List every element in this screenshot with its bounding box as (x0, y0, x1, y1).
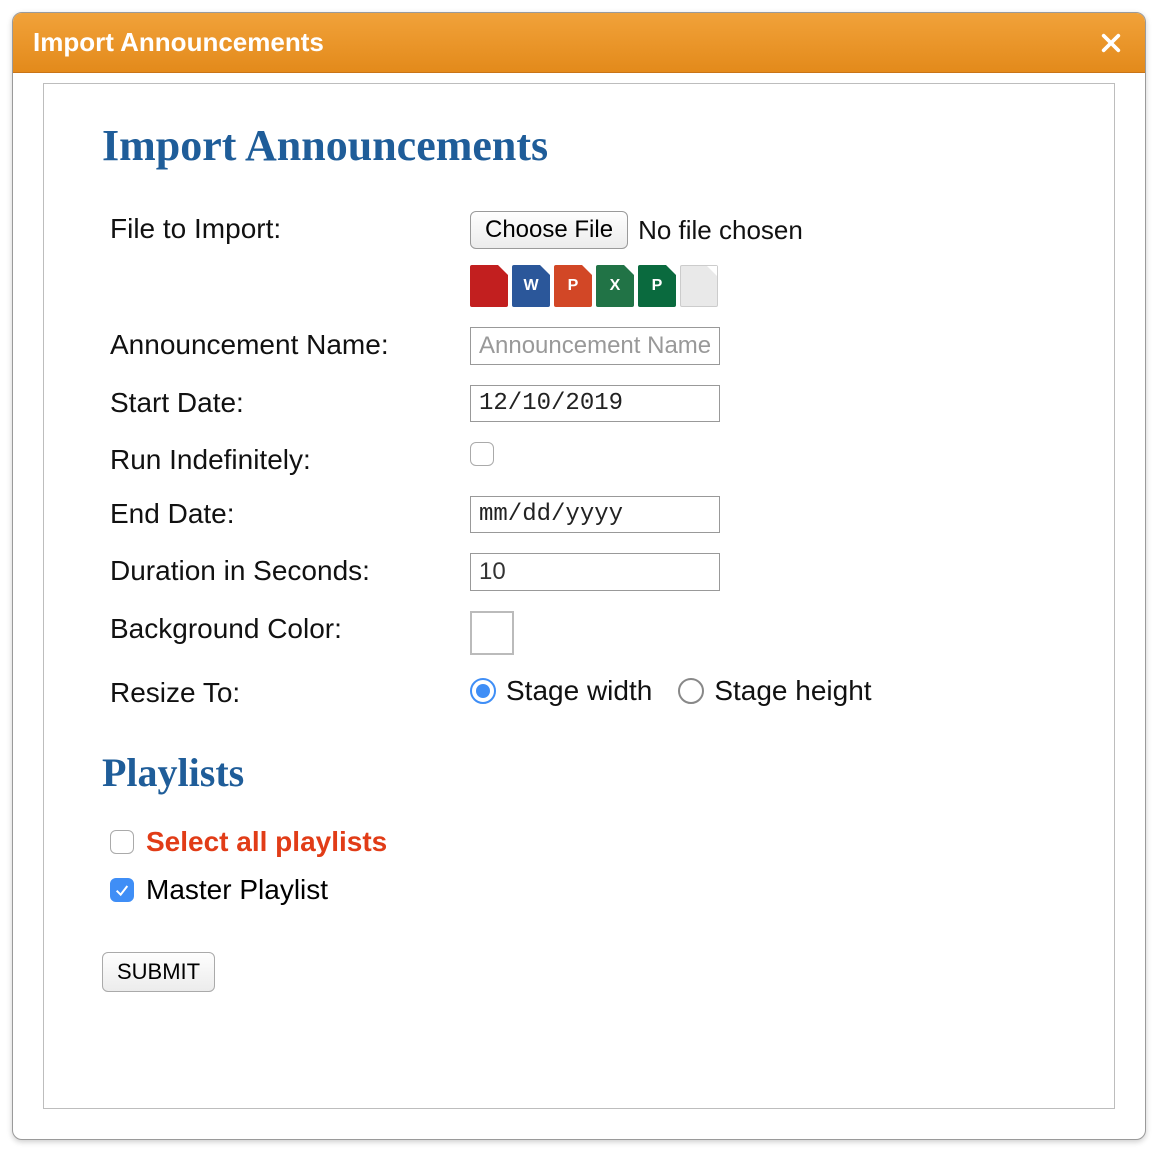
filetype-icons: W P X P (470, 265, 1056, 307)
resize-label: Resize To: (110, 675, 470, 709)
bgcolor-label: Background Color: (110, 611, 470, 645)
end-date-input[interactable] (470, 496, 720, 533)
duration-label: Duration in Seconds: (110, 553, 470, 587)
import-announcements-dialog: Import Announcements Import Announcement… (12, 12, 1146, 1140)
row-bgcolor: Background Color: (110, 611, 1056, 655)
playlist-row: Master Playlist (110, 874, 1056, 906)
playlist-label: Master Playlist (146, 874, 328, 906)
bgcolor-swatch[interactable] (470, 611, 514, 655)
run-indef-checkbox[interactable] (470, 442, 494, 466)
resize-height-label: Stage height (714, 675, 871, 707)
row-start-date: Start Date: (110, 385, 1056, 422)
submit-button[interactable]: SUBMIT (102, 952, 215, 992)
select-all-playlists-row: Select all playlists (110, 826, 1056, 858)
playlists-heading: Playlists (102, 749, 1056, 796)
word-icon: W (512, 265, 550, 307)
resize-width-label: Stage width (506, 675, 652, 707)
end-date-label: End Date: (110, 496, 470, 530)
name-label: Announcement Name: (110, 327, 470, 361)
file-label: File to Import: (110, 211, 470, 245)
text-icon (680, 265, 718, 307)
row-end-date: End Date: (110, 496, 1056, 533)
close-icon[interactable] (1097, 29, 1125, 57)
row-resize: Resize To: Stage width Stage height (110, 675, 1056, 709)
row-name: Announcement Name: (110, 327, 1056, 365)
announcement-name-input[interactable] (470, 327, 720, 365)
row-duration: Duration in Seconds: (110, 553, 1056, 591)
no-file-chosen-text: No file chosen (638, 215, 803, 246)
resize-stage-width-radio[interactable] (470, 678, 496, 704)
powerpoint-icon: P (554, 265, 592, 307)
run-indef-label: Run Indefinitely: (110, 442, 470, 476)
publisher-icon: P (638, 265, 676, 307)
select-all-playlists-checkbox[interactable] (110, 830, 134, 854)
form: File to Import: Choose File No file chos… (110, 211, 1056, 709)
start-date-label: Start Date: (110, 385, 470, 419)
start-date-input[interactable] (470, 385, 720, 422)
page-heading: Import Announcements (102, 120, 1056, 171)
select-all-playlists-label: Select all playlists (146, 826, 387, 858)
row-run-indef: Run Indefinitely: (110, 442, 1056, 476)
playlist-checkbox[interactable] (110, 878, 134, 902)
dialog-body: Import Announcements File to Import: Cho… (43, 83, 1115, 1109)
choose-file-button[interactable]: Choose File (470, 211, 628, 249)
pdf-icon (470, 265, 508, 307)
row-file: File to Import: Choose File No file chos… (110, 211, 1056, 307)
duration-input[interactable] (470, 553, 720, 591)
dialog-titlebar: Import Announcements (13, 13, 1145, 73)
resize-stage-height-radio[interactable] (678, 678, 704, 704)
dialog-title: Import Announcements (33, 27, 324, 58)
excel-icon: X (596, 265, 634, 307)
